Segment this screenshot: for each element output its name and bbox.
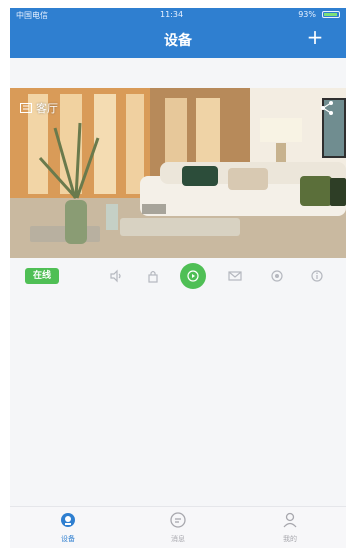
lock-icon	[148, 270, 158, 283]
mail-button[interactable]	[224, 265, 246, 287]
info-icon	[311, 270, 323, 282]
lock-button[interactable]	[142, 265, 164, 287]
tab-device[interactable]: 设备	[38, 511, 98, 544]
device-controls: 在线	[10, 258, 346, 296]
tab-profile[interactable]: 我的	[260, 511, 320, 544]
message-icon	[170, 512, 186, 528]
video-icon	[187, 270, 199, 282]
status-bar: 中国电信 11:34 93%	[10, 8, 346, 22]
status-badge: 在线	[25, 268, 59, 284]
page-title: 设备	[164, 33, 192, 49]
app-header: 中国电信 11:34 93% 设备 +	[10, 8, 346, 58]
battery-percent: 93%	[298, 10, 316, 19]
tab-message[interactable]: 消息	[148, 511, 208, 544]
add-device-button[interactable]: +	[304, 26, 326, 48]
battery-icon	[322, 11, 340, 18]
phone-screen: 中国电信 11:34 93% 设备 + 客厅 在线 设备 消息 我的	[10, 8, 346, 548]
carrier-label: 中国电信	[16, 11, 48, 20]
user-icon	[283, 512, 297, 528]
info-button[interactable]	[306, 265, 328, 287]
mail-icon	[228, 271, 242, 281]
record-icon	[271, 270, 283, 282]
status-time: 11:34	[160, 10, 184, 19]
plus-icon: +	[306, 25, 324, 49]
tab-profile-label: 我的	[283, 535, 297, 543]
share-icon	[321, 101, 333, 115]
content-area	[10, 296, 346, 506]
camera-icon	[20, 103, 32, 113]
record-button[interactable]	[266, 265, 288, 287]
speaker-icon	[110, 269, 121, 283]
living-room-image	[10, 88, 346, 258]
camera-preview[interactable]: 客厅	[10, 88, 346, 258]
share-button[interactable]	[320, 100, 334, 120]
device-icon	[61, 513, 75, 527]
tab-message-label: 消息	[171, 535, 185, 543]
speaker-button[interactable]	[105, 265, 127, 287]
camera-name: 客厅	[20, 100, 58, 116]
battery-fill	[324, 13, 337, 16]
tab-device-label: 设备	[61, 535, 75, 543]
video-button[interactable]	[180, 263, 206, 289]
tab-bar: 设备 消息 我的	[10, 506, 346, 548]
camera-name-label: 客厅	[36, 102, 58, 115]
spacer	[10, 58, 346, 88]
